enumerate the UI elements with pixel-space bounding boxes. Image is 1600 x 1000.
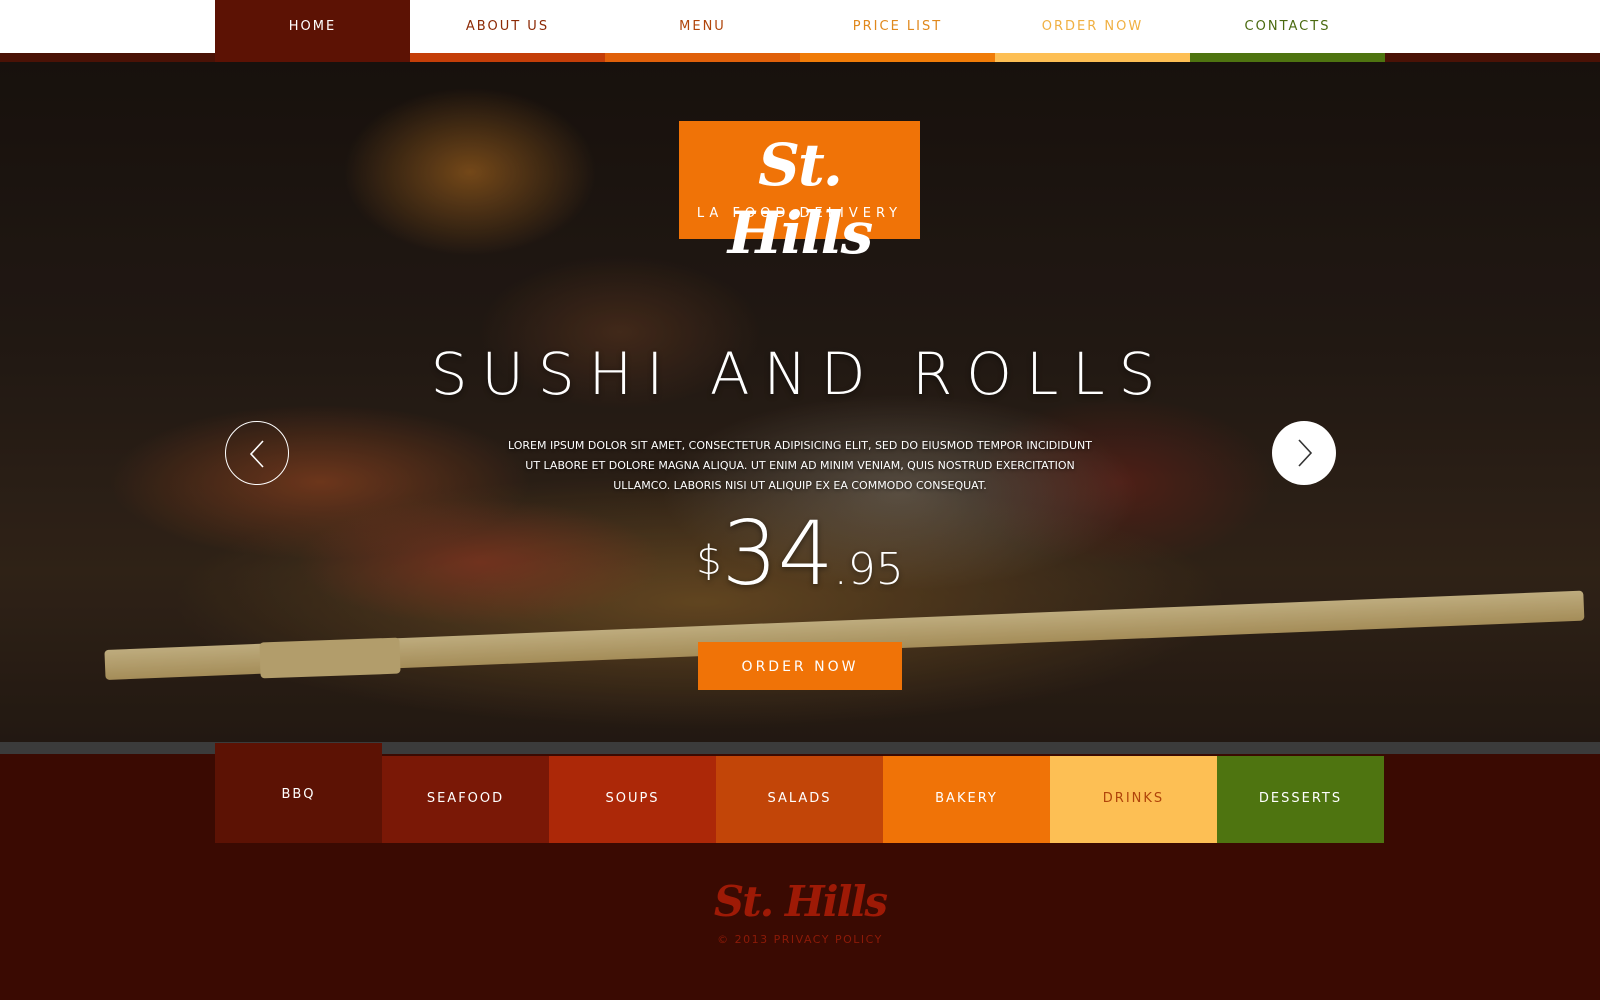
order-now-button[interactable]: ORDER NOW [698, 642, 902, 690]
nav-item-contacts[interactable]: CONTACTS [1190, 0, 1385, 62]
nav-color-bar [800, 53, 995, 62]
nav-item-home[interactable]: HOME [215, 0, 410, 62]
chevron-right-icon [1298, 439, 1313, 467]
price-amount: 34 [721, 502, 834, 605]
category-bbq[interactable]: BBQ [215, 743, 382, 843]
nav-item-order-now[interactable]: ORDER NOW [995, 0, 1190, 62]
category-bar: BBQ SEAFOOD SOUPS SALADS BAKERY DRINKS D… [215, 743, 1385, 843]
hero-slider: St. Hills LA FOOD DELIVERY SUSHI AND ROL… [0, 62, 1600, 742]
nav-color-bar [1190, 53, 1385, 62]
nav-item-label: PRICE LIST [852, 19, 943, 34]
category-label: SALADS [767, 791, 832, 806]
category-label: SOUPS [605, 791, 660, 806]
category-label: DRINKS [1102, 791, 1165, 806]
main-nav: HOME ABOUT US MENU PRICE LIST ORDER NOW … [215, 0, 1385, 62]
category-label: SEAFOOD [426, 791, 505, 806]
nav-color-bar [995, 53, 1190, 62]
logo-wordmark: St. Hills [727, 131, 874, 267]
chevron-left-icon [249, 440, 264, 468]
nav-item-about-us[interactable]: ABOUT US [410, 0, 605, 62]
nav-item-label: ORDER NOW [1041, 19, 1144, 34]
nav-color-bar [215, 53, 410, 62]
nav-item-label: MENU [679, 19, 726, 34]
category-bakery[interactable]: BAKERY [883, 756, 1050, 843]
footer-copyright: © 2013 PRIVACY POLICY [650, 933, 950, 946]
nav-color-bar [410, 53, 605, 62]
footer-logo[interactable]: St. Hills [700, 877, 900, 926]
nav-item-menu[interactable]: MENU [605, 0, 800, 62]
top-navigation-bar: HOME ABOUT US MENU PRICE LIST ORDER NOW … [0, 0, 1600, 62]
slider-next-button[interactable] [1272, 421, 1336, 485]
category-label: DESSERTS [1258, 791, 1343, 806]
category-salads[interactable]: SALADS [716, 756, 883, 843]
category-soups[interactable]: SOUPS [549, 756, 716, 843]
nav-item-price-list[interactable]: PRICE LIST [800, 0, 995, 62]
price-currency: $ [696, 538, 722, 584]
nav-item-label: HOME [288, 19, 337, 34]
nav-item-label: ABOUT US [465, 19, 550, 34]
copyright-text: © 2013 [717, 933, 769, 946]
category-label: BAKERY [935, 791, 998, 806]
slider-prev-button[interactable] [225, 421, 289, 485]
site-logo[interactable]: St. Hills LA FOOD DELIVERY [679, 121, 920, 267]
price-cents: .95 [833, 544, 904, 595]
category-desserts[interactable]: DESSERTS [1217, 756, 1384, 843]
slide-description: LOREM IPSUM DOLOR SIT AMET, CONSECTETUR … [507, 439, 1092, 492]
slide-price: $34.95 [600, 502, 1000, 605]
logo-tagline: LA FOOD DELIVERY [696, 206, 903, 221]
nav-item-label: CONTACTS [1244, 19, 1331, 34]
category-drinks[interactable]: DRINKS [1050, 756, 1217, 843]
privacy-policy-link[interactable]: PRIVACY POLICY [774, 933, 883, 946]
category-seafood[interactable]: SEAFOOD [382, 756, 549, 843]
slide-title: SUSHI AND ROLLS [430, 340, 1170, 408]
nav-color-bar [605, 53, 800, 62]
category-label: BBQ [281, 787, 316, 802]
